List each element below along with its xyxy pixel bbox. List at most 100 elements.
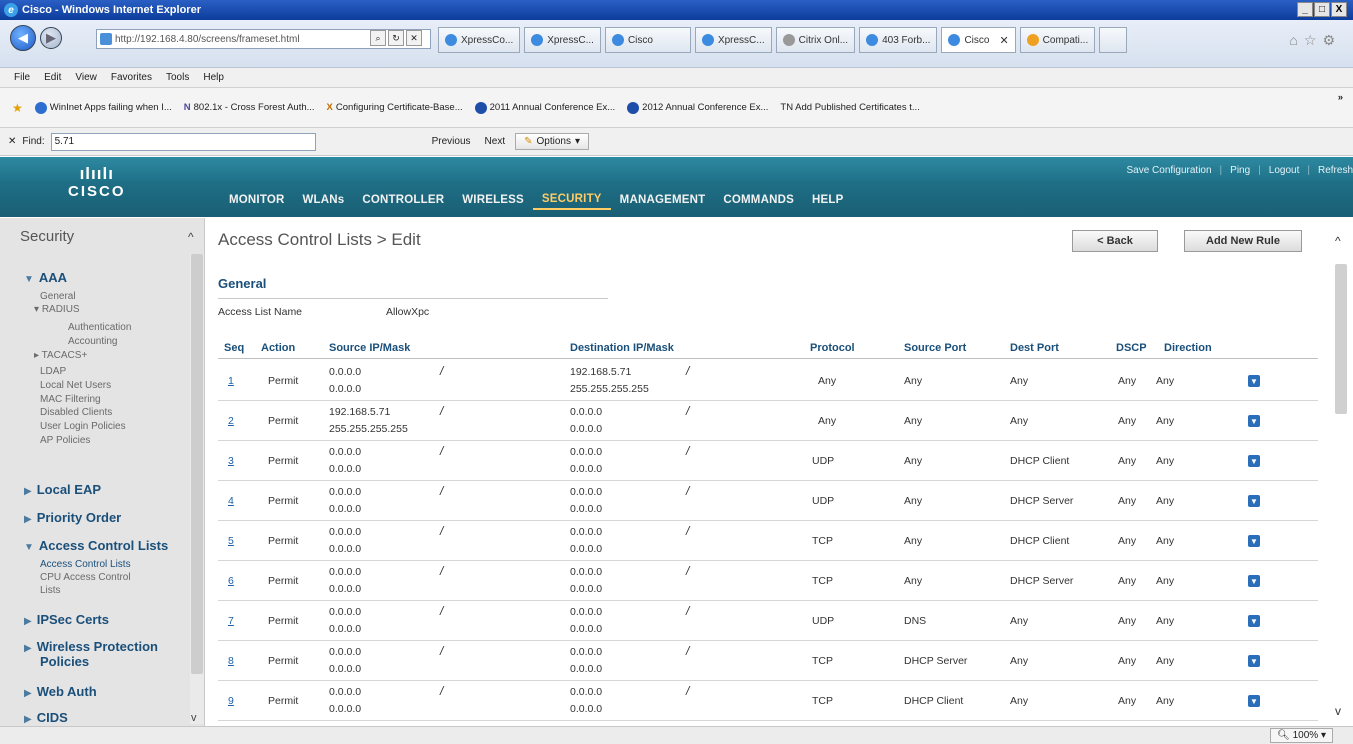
scroll-down-icon[interactable]: v: [191, 712, 197, 724]
menu-help[interactable]: Help: [203, 72, 224, 83]
rule-seq-link[interactable]: 5: [228, 535, 234, 547]
menu-file[interactable]: File: [14, 72, 30, 83]
sidebar-item-ipsec-certs[interactable]: ▶ IPSec Certs: [24, 612, 109, 627]
find-input[interactable]: 5.71: [50, 132, 316, 151]
back-button[interactable]: < Back: [1072, 230, 1158, 252]
stop-icon[interactable]: ✕: [406, 30, 422, 46]
browser-tab-active[interactable]: Cisco ✕: [941, 27, 1016, 53]
sidebar-sub-disabled-clients[interactable]: Disabled Clients: [40, 407, 112, 418]
nav-controller[interactable]: CONTROLLER: [353, 190, 453, 210]
sidebar-item-access-control-lists[interactable]: ▼ Access Control Lists: [24, 538, 168, 553]
close-find-icon[interactable]: ✕: [8, 136, 16, 147]
save-configuration-link[interactable]: Save Configuration: [1126, 165, 1211, 176]
rule-seq-link[interactable]: 1: [228, 375, 234, 387]
browser-tab[interactable]: XpressC...: [694, 27, 772, 53]
collapse-icon[interactable]: ^: [188, 230, 194, 244]
row-menu-dropdown-icon[interactable]: ▼: [1248, 495, 1260, 507]
back-arrow-icon[interactable]: ◀: [10, 25, 36, 51]
row-menu-dropdown-icon[interactable]: ▼: [1248, 575, 1260, 587]
browser-tab[interactable]: Citrix Onl...: [775, 27, 856, 53]
forward-arrow-icon[interactable]: ▶: [40, 27, 62, 49]
browser-tab[interactable]: Cisco: [604, 27, 691, 53]
menu-tools[interactable]: Tools: [166, 72, 189, 83]
scroll-down-icon[interactable]: v: [1335, 704, 1341, 718]
add-new-rule-button[interactable]: Add New Rule: [1184, 230, 1302, 252]
home-icon[interactable]: ⌂: [1289, 32, 1297, 49]
sidebar-sub-accounting[interactable]: Accounting: [68, 336, 117, 347]
rule-seq-link[interactable]: 8: [228, 655, 234, 667]
nav-management[interactable]: MANAGEMENT: [611, 190, 715, 210]
row-menu-dropdown-icon[interactable]: ▼: [1248, 455, 1260, 467]
favorite-link[interactable]: TN Add Published Certificates t...: [780, 102, 919, 113]
nav-wlans[interactable]: WLANs: [294, 190, 354, 210]
sidebar-sub-authentication[interactable]: Authentication: [68, 322, 131, 333]
refresh-icon[interactable]: ↻: [388, 30, 404, 46]
find-options-button[interactable]: ✎ Options ▾: [515, 133, 589, 150]
menu-favorites[interactable]: Favorites: [111, 72, 152, 83]
nav-wireless[interactable]: WIRELESS: [453, 190, 533, 210]
find-next-button[interactable]: Next: [481, 136, 510, 147]
maximize-button[interactable]: □: [1314, 2, 1330, 17]
nav-help[interactable]: HELP: [803, 190, 852, 210]
sidebar-sub-tacacs[interactable]: ▸ TACACS+: [34, 350, 87, 361]
row-menu-dropdown-icon[interactable]: ▼: [1248, 415, 1260, 427]
sidebar-sub-general[interactable]: General: [40, 291, 76, 302]
favorite-link[interactable]: WinInet Apps failing when I...: [34, 101, 172, 114]
sidebar-item-local-eap[interactable]: ▶ Local EAP: [24, 482, 101, 497]
favorites-star-icon[interactable]: ☆: [1304, 32, 1317, 49]
sidebar-item-priority-order[interactable]: ▶ Priority Order: [24, 510, 121, 525]
sidebar-sub-radius[interactable]: ▾ RADIUS: [34, 304, 80, 315]
sidebar-scroll-thumb[interactable]: [191, 254, 203, 674]
nav-commands[interactable]: COMMANDS: [714, 190, 803, 210]
chevron-right-icon[interactable]: »: [1338, 92, 1343, 103]
browser-tab[interactable]: Compati...: [1019, 27, 1096, 53]
favorite-link[interactable]: X Configuring Certificate-Base...: [327, 102, 463, 113]
content-scrollbar[interactable]: ^ v: [1332, 230, 1350, 720]
row-menu-dropdown-icon[interactable]: ▼: [1248, 535, 1260, 547]
nav-monitor[interactable]: MONITOR: [220, 190, 294, 210]
close-window-button[interactable]: X: [1331, 2, 1347, 17]
favorite-link[interactable]: N 802.1x - Cross Forest Auth...: [184, 102, 315, 113]
row-menu-dropdown-icon[interactable]: ▼: [1248, 695, 1260, 707]
sidebar-sub-mac-filtering[interactable]: MAC Filtering: [40, 394, 101, 405]
zoom-control[interactable]: 🔍︎ 100% ▾: [1270, 728, 1333, 743]
rule-seq-link[interactable]: 7: [228, 615, 234, 627]
refresh-link[interactable]: Refresh: [1318, 165, 1353, 176]
sidebar-sub-ldap[interactable]: LDAP: [40, 366, 66, 377]
rule-seq-link[interactable]: 9: [228, 695, 234, 707]
rule-seq-link[interactable]: 3: [228, 455, 234, 467]
sidebar-sub-local-net-users[interactable]: Local Net Users: [40, 380, 111, 391]
new-tab-button[interactable]: [1099, 27, 1128, 53]
row-menu-dropdown-icon[interactable]: ▼: [1248, 615, 1260, 627]
minimize-button[interactable]: _: [1297, 2, 1313, 17]
rule-seq-link[interactable]: 6: [228, 575, 234, 587]
favorite-link[interactable]: 2012 Annual Conference Ex...: [627, 101, 768, 114]
rule-seq-link[interactable]: 2: [228, 415, 234, 427]
browser-tab[interactable]: XpressC...: [524, 27, 601, 53]
rule-seq-link[interactable]: 4: [228, 495, 234, 507]
ping-link[interactable]: Ping: [1230, 165, 1250, 176]
browser-tab[interactable]: 403 Forb...: [859, 27, 938, 53]
row-menu-dropdown-icon[interactable]: ▼: [1248, 655, 1260, 667]
logout-link[interactable]: Logout: [1269, 165, 1300, 176]
sidebar-sub-access-control-lists[interactable]: Access Control Lists: [40, 559, 131, 570]
gear-icon[interactable]: ⚙: [1322, 32, 1335, 49]
menu-edit[interactable]: Edit: [44, 72, 61, 83]
find-previous-button[interactable]: Previous: [428, 136, 475, 147]
sidebar-item-wireless-protection-policies-cont[interactable]: Policies: [40, 654, 89, 669]
sidebar-scrollbar[interactable]: v: [190, 254, 204, 724]
nav-security[interactable]: SECURITY: [532, 190, 611, 210]
favorite-link[interactable]: 2011 Annual Conference Ex...: [474, 101, 615, 114]
search-dropdown-icon[interactable]: ⌕: [370, 30, 386, 46]
close-tab-icon[interactable]: ✕: [999, 34, 1008, 47]
sidebar-item-aaa[interactable]: ▼ AAA: [24, 270, 67, 285]
sidebar-sub-cpu-acl-cont[interactable]: Lists: [40, 585, 61, 596]
sidebar-item-web-auth[interactable]: ▶ Web Auth: [24, 684, 97, 699]
sidebar-item-cids[interactable]: ▶ CIDS: [24, 710, 68, 725]
row-menu-dropdown-icon[interactable]: ▼: [1248, 375, 1260, 387]
sidebar-sub-ap-policies[interactable]: AP Policies: [40, 435, 90, 446]
menu-view[interactable]: View: [75, 72, 97, 83]
scroll-up-icon[interactable]: ^: [1335, 234, 1341, 248]
sidebar-sub-cpu-acl[interactable]: CPU Access Control: [40, 572, 131, 583]
browser-tab[interactable]: XpressCo...: [438, 27, 521, 53]
